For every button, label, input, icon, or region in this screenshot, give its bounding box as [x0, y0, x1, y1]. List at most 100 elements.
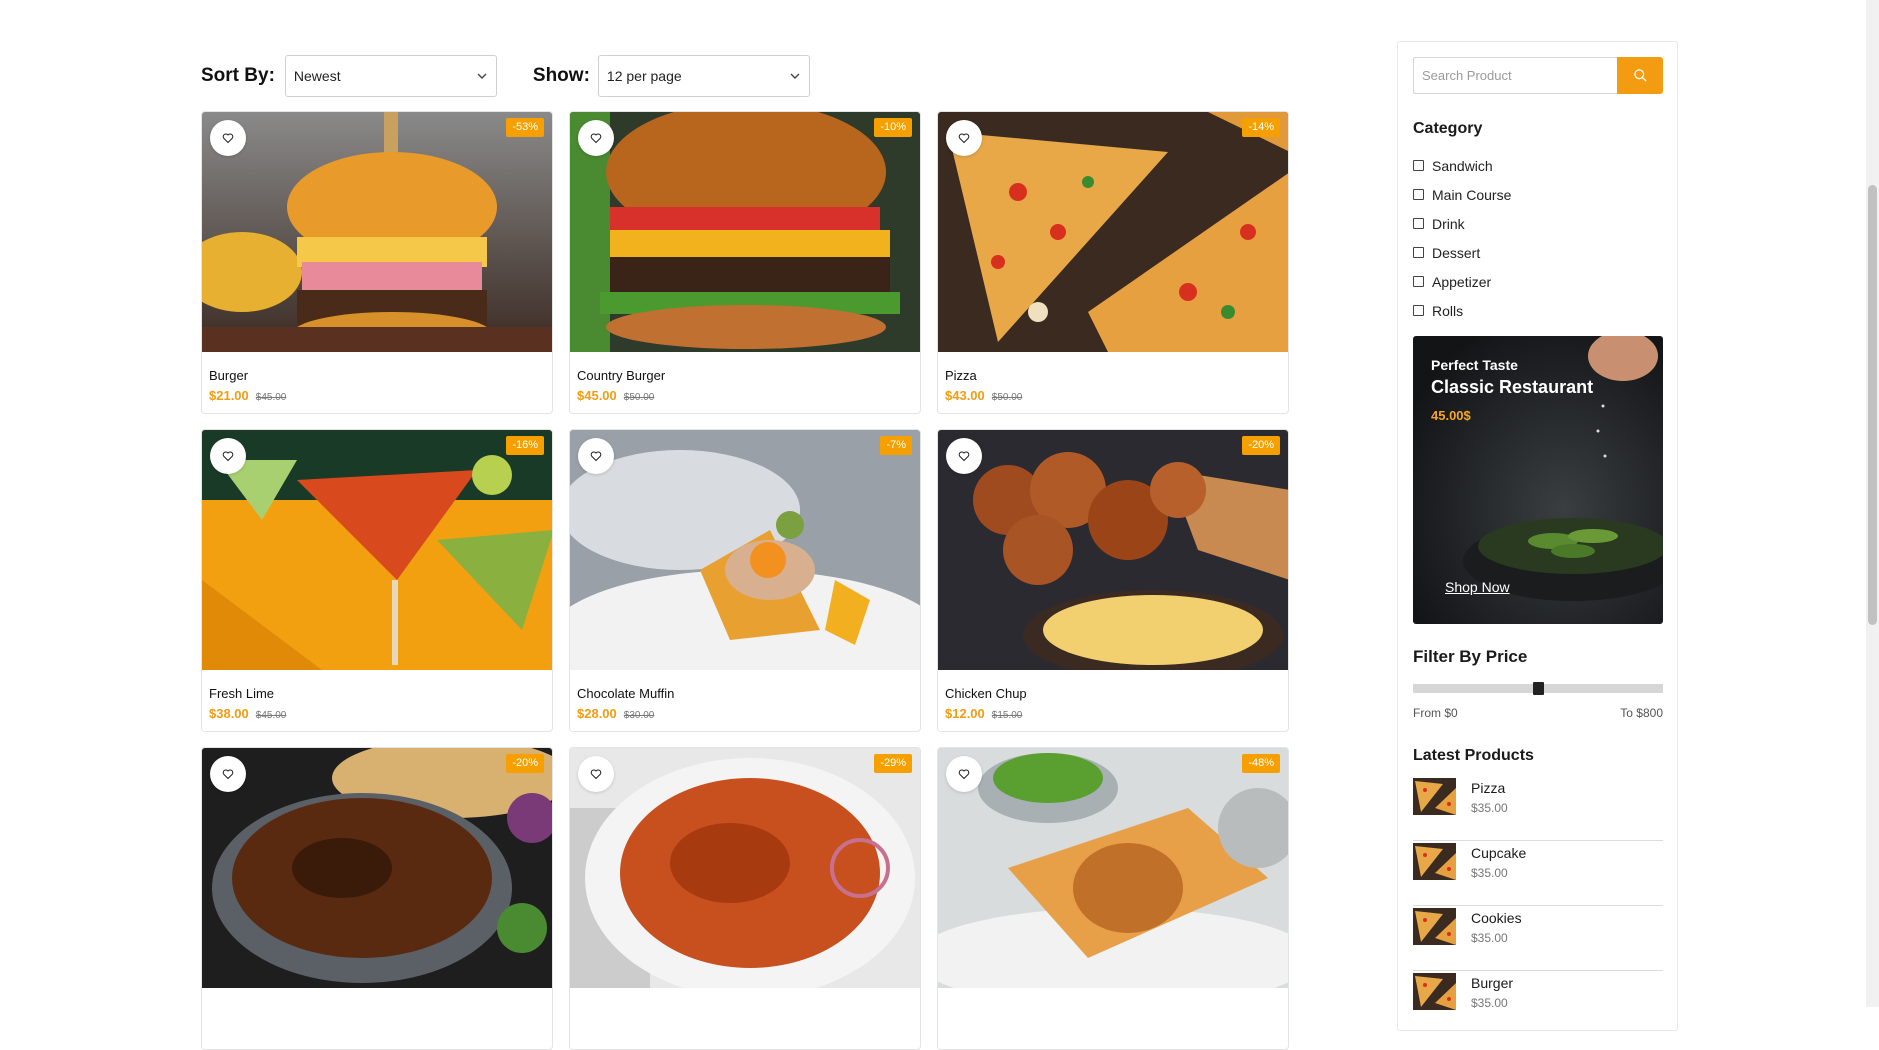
price-range-labels: From $0 To $800: [1413, 706, 1663, 720]
scrollbar-thumb[interactable]: [1868, 185, 1877, 625]
latest-product-price: $35.00: [1471, 931, 1508, 945]
page-scrollbar[interactable]: [1866, 0, 1879, 1007]
product-image[interactable]: [570, 748, 920, 988]
heart-icon: [222, 451, 234, 462]
product-image[interactable]: [202, 112, 552, 352]
wishlist-button[interactable]: [210, 438, 246, 474]
heart-icon: [222, 133, 234, 144]
checkbox[interactable]: [1413, 218, 1424, 229]
latest-product-item[interactable]: Cupcake $35.00: [1413, 841, 1663, 906]
wishlist-button[interactable]: [578, 756, 614, 792]
checkbox[interactable]: [1413, 160, 1424, 171]
product-name[interactable]: Fresh Lime: [209, 686, 274, 701]
category-item[interactable]: Appetizer: [1413, 267, 1511, 296]
category-item[interactable]: Main Course: [1413, 180, 1511, 209]
heart-icon: [590, 451, 602, 462]
product-old-price: $50.00: [991, 392, 1023, 403]
product-card[interactable]: -20% Chicken Chup $12.00 $15.00: [937, 429, 1289, 732]
product-old-price: $45.00: [255, 710, 287, 721]
discount-badge: -20%: [506, 754, 544, 773]
product-card[interactable]: -53% Burger $21.00 $45.00: [201, 111, 553, 414]
product-name[interactable]: Pizza: [945, 368, 977, 383]
product-name[interactable]: Chicken Chup: [945, 686, 1027, 701]
product-card[interactable]: -7% Chocolate Muffin $28.00 $30.00: [569, 429, 921, 732]
product-price: $43.00: [945, 388, 985, 403]
product-card[interactable]: -10% Country Burger $45.00 $50.00: [569, 111, 921, 414]
chevron-down-icon: [790, 73, 800, 79]
latest-product-name[interactable]: Cookies: [1471, 910, 1522, 926]
product-old-price: $30.00: [623, 710, 655, 721]
product-image[interactable]: [570, 112, 920, 352]
latest-products-title: Latest Products: [1413, 747, 1534, 764]
latest-product-name[interactable]: Cupcake: [1471, 845, 1526, 861]
promo-banner[interactable]: Perfect Taste Classic Restaurant 45.00$ …: [1413, 336, 1663, 624]
category-item[interactable]: Sandwich: [1413, 151, 1511, 180]
latest-products-list: Pizza $35.00 Cupcake $35.00 Cookies $35.…: [1413, 776, 1663, 1036]
product-image[interactable]: [202, 748, 552, 988]
toolbar: Sort By: Newest Show: 12 per page: [201, 55, 810, 97]
latest-product-name[interactable]: Pizza: [1471, 780, 1505, 796]
category-item[interactable]: Drink: [1413, 209, 1511, 238]
product-card[interactable]: -16% Fresh Lime $38.00 $45.00: [201, 429, 553, 732]
product-card[interactable]: -48%: [937, 747, 1289, 1050]
discount-badge: -7%: [880, 436, 912, 455]
show-value: 12 per page: [606, 68, 682, 84]
wishlist-button[interactable]: [578, 120, 614, 156]
checkbox[interactable]: [1413, 189, 1424, 200]
category-label: Dessert: [1432, 244, 1481, 261]
wishlist-button[interactable]: [210, 120, 246, 156]
search-icon: [1633, 69, 1647, 82]
wishlist-button[interactable]: [578, 438, 614, 474]
category-label: Appetizer: [1432, 273, 1492, 290]
wishlist-button[interactable]: [946, 438, 982, 474]
discount-badge: -10%: [874, 118, 912, 137]
product-image[interactable]: [570, 430, 920, 670]
wishlist-button[interactable]: [946, 756, 982, 792]
category-item[interactable]: Dessert: [1413, 238, 1511, 267]
checkbox[interactable]: [1413, 276, 1424, 287]
product-grid: -53% Burger $21.00 $45.00 -10% Country B…: [201, 111, 1291, 1050]
checkbox[interactable]: [1413, 305, 1424, 316]
latest-product-item[interactable]: Pizza $35.00: [1413, 776, 1663, 841]
sidebar: Category Sandwich Main Course Drink Dess…: [1397, 41, 1678, 1031]
product-card[interactable]: -14% Pizza $43.00 $50.00: [937, 111, 1289, 414]
promo-subtitle: Perfect Taste: [1431, 357, 1518, 373]
discount-badge: -16%: [506, 436, 544, 455]
product-image[interactable]: [202, 430, 552, 670]
discount-badge: -48%: [1242, 754, 1280, 773]
latest-product-item[interactable]: Cookies $35.00: [1413, 906, 1663, 971]
product-name[interactable]: Burger: [209, 368, 248, 383]
latest-product-thumb: [1413, 908, 1456, 945]
latest-product-item[interactable]: Burger $35.00: [1413, 971, 1663, 1036]
search-input[interactable]: [1413, 57, 1617, 94]
category-item[interactable]: Rolls: [1413, 296, 1511, 325]
category-label: Sandwich: [1432, 157, 1493, 174]
wishlist-button[interactable]: [946, 120, 982, 156]
product-search: [1413, 57, 1663, 94]
shop-now-link[interactable]: Shop Now: [1445, 579, 1510, 595]
heart-icon: [222, 769, 234, 780]
filter-price-title: Filter By Price: [1413, 647, 1528, 666]
sort-select[interactable]: Newest: [284, 55, 497, 97]
product-image[interactable]: [938, 112, 1288, 352]
latest-product-name[interactable]: Burger: [1471, 975, 1513, 991]
product-image[interactable]: [938, 430, 1288, 670]
wishlist-button[interactable]: [210, 756, 246, 792]
heart-icon: [590, 769, 602, 780]
price-slider-handle[interactable]: [1532, 682, 1544, 695]
checkbox[interactable]: [1413, 247, 1424, 258]
category-list: Sandwich Main Course Drink Dessert Appet…: [1413, 151, 1511, 325]
product-card[interactable]: -29%: [569, 747, 921, 1050]
search-button[interactable]: [1617, 57, 1663, 94]
show-select[interactable]: 12 per page: [597, 55, 810, 97]
product-image[interactable]: [938, 748, 1288, 988]
discount-badge: -29%: [874, 754, 912, 773]
product-card[interactable]: -20%: [201, 747, 553, 1050]
product-name[interactable]: Country Burger: [577, 368, 665, 383]
category-label: Main Course: [1432, 186, 1512, 203]
latest-product-thumb: [1413, 778, 1456, 815]
heart-icon: [590, 133, 602, 144]
price-slider[interactable]: [1413, 682, 1663, 695]
product-price: $45.00: [577, 388, 617, 403]
product-name[interactable]: Chocolate Muffin: [577, 686, 674, 701]
